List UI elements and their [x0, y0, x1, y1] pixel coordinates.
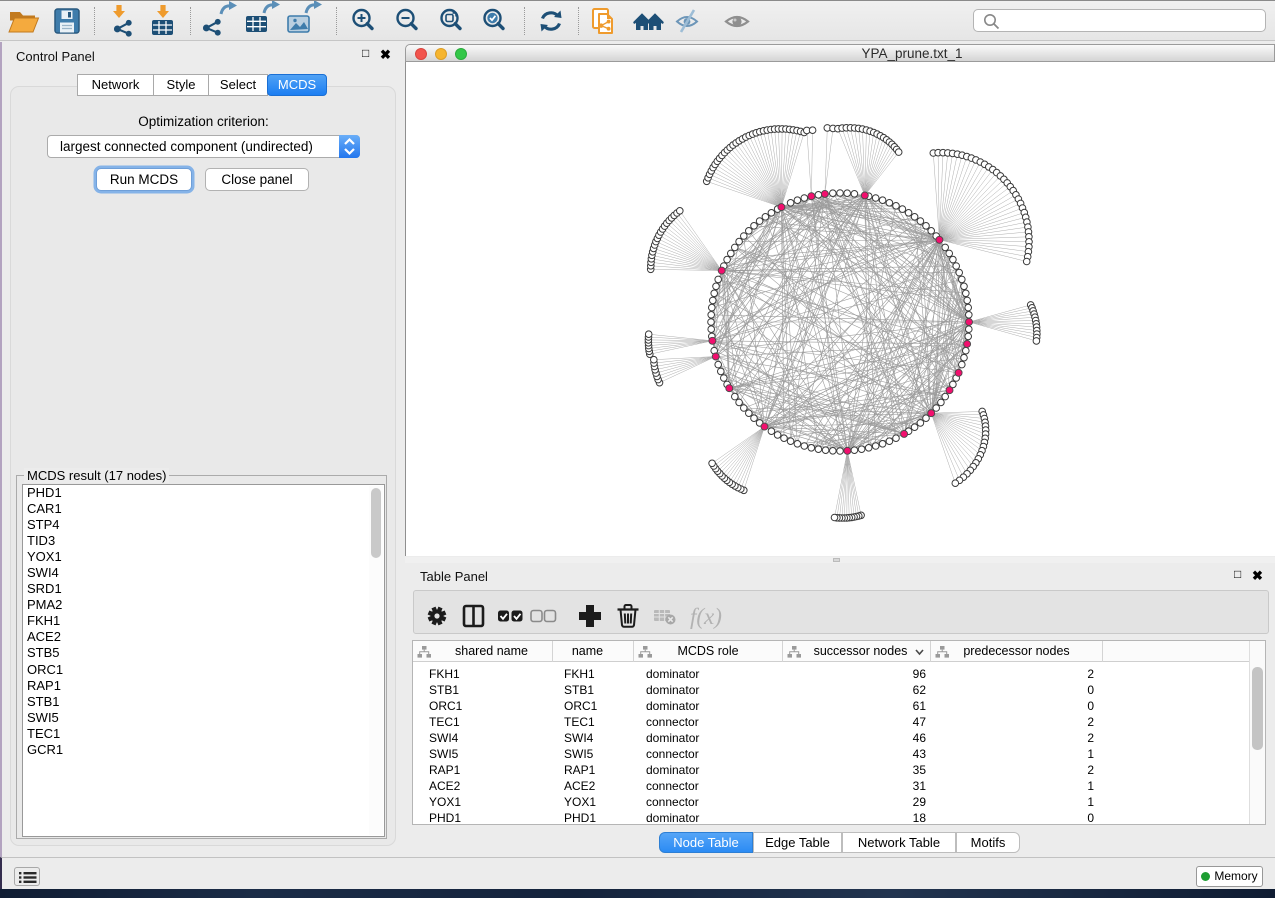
svg-text:f(x): f(x): [690, 604, 722, 629]
